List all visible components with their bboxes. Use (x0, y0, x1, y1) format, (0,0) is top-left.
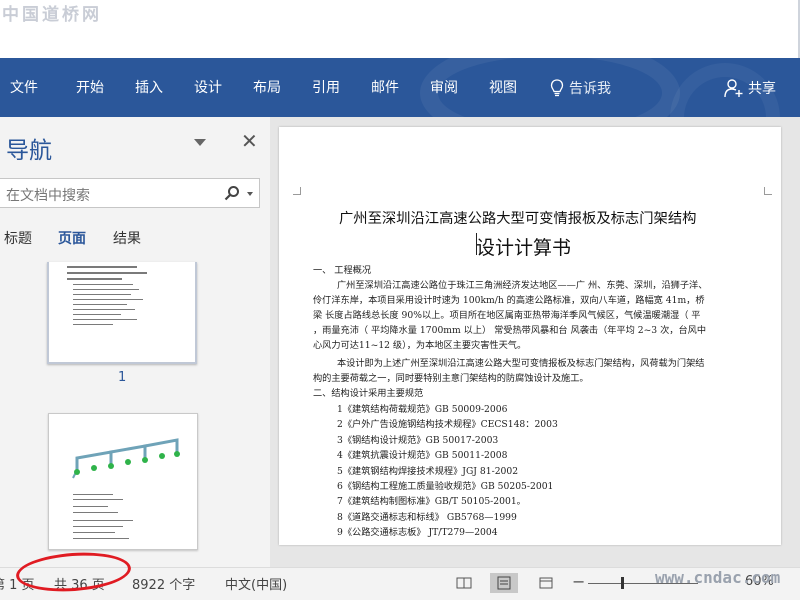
doc-line: 1《建筑结构荷载规范》GB 50009-2006 (337, 404, 508, 415)
tab-mailings[interactable]: 邮件 (371, 78, 399, 98)
thumb-text-line (73, 506, 108, 507)
page-thumbnail-1[interactable] (47, 262, 197, 364)
thumb-text-line (73, 284, 133, 285)
doc-line: 7《建筑结构制图标准》GB/T 50105-2001。 (337, 496, 526, 507)
margin-corner-mark (764, 187, 772, 195)
page-thumbnail-2[interactable] (48, 413, 198, 550)
search-icon[interactable] (224, 185, 240, 201)
search-placeholder: 在文档中搜索 (6, 188, 90, 204)
share-button[interactable]: 共享 (724, 78, 776, 98)
tell-me-label: 告诉我 (569, 81, 611, 97)
tab-design[interactable]: 设计 (194, 78, 222, 98)
thumb-text-line (73, 314, 121, 315)
doc-line: 广州至深圳沿江高速公路位于珠江三角洲经济发达地区——广 州、东莞、深圳，沿狮子洋… (337, 280, 708, 291)
doc-line: 2《户外广告设施钢结构技术规程》CECS148：2003 (337, 419, 558, 430)
thumb-text-line (73, 499, 123, 500)
thumb-text-line (73, 494, 113, 495)
web-page-icon (539, 577, 553, 589)
print-layout-button[interactable] (490, 573, 518, 593)
thumb-text-line (67, 266, 137, 268)
tab-home[interactable]: 开始 (76, 78, 104, 98)
thumb-text-line (73, 319, 137, 320)
thumb-text-line (73, 520, 133, 521)
doc-line: 5《建筑钢结构焊接技术规程》JGJ 81-2002 (337, 466, 519, 477)
doc-line: 心风力可达11~12 级），为本地区主要灾害性天气。 (313, 340, 527, 351)
ribbon-bar: 文件 开始 插入 设计 布局 引用 邮件 审阅 视图 告诉我 共享 (0, 58, 800, 117)
doc-line: 6《钢结构工程施工质量验收规范》GB 50205-2001 (337, 481, 554, 492)
nav-close-icon[interactable]: ✕ (241, 131, 258, 151)
tab-headings[interactable]: 标题 (4, 228, 32, 248)
lightbulb-icon (550, 79, 564, 97)
thumbnail-page-number: 1 (118, 370, 127, 385)
doc-line: 3《钢结构设计规范》GB 50017-2003 (337, 435, 499, 446)
doc-line: 构的主要荷载之一，同时要特别主意门架结构的防腐蚀设计及施工。 (313, 373, 589, 384)
gantry-diagram-icon (72, 438, 180, 479)
document-title: 广州至深圳沿江高速公路大型可变情报板及标志门架结构 (339, 211, 697, 227)
tell-me-box[interactable]: 告诉我 (550, 78, 611, 98)
tab-layout[interactable]: 布局 (253, 78, 281, 98)
add-person-icon (724, 79, 743, 98)
doc-line: 伶仃洋东岸，本项目采用设计时速为 100km/h 的高速公路标准，双向八车道，路… (313, 295, 705, 306)
thumb-text-line (67, 272, 147, 274)
doc-line: 4《建筑抗震设计规范》GB 50011-2008 (337, 450, 508, 461)
doc-line: 本设计即为上述广州至深圳沿江高速公路大型可变情报板及标志门架结构，风荷载为门架结 (337, 358, 705, 369)
thumb-text-line (73, 532, 115, 533)
doc-line: 二、结构设计采用主要规范 (313, 388, 424, 399)
doc-line: ，雨量充沛（ 平均降水量 1700mm 以上） 常受热带风暴和台 风袭击（年平均… (313, 325, 707, 336)
doc-line: 8《道路交通标志和标线》 GB5768—1999 (337, 512, 517, 523)
zoom-slider-thumb[interactable] (621, 577, 624, 589)
nav-title: 导航 (6, 138, 52, 164)
tab-file[interactable]: 文件 (10, 78, 38, 98)
text-cursor (476, 233, 477, 255)
doc-line: 9《公路交通标志板》 JT/T279—2004 (337, 527, 498, 538)
search-dropdown-icon[interactable] (247, 192, 253, 196)
tab-insert[interactable]: 插入 (135, 78, 163, 98)
tab-review[interactable]: 审阅 (430, 78, 458, 98)
doc-line: 梁 长度占路线总长度 90%以上。项目所在地区属南亚热带海洋季风气候区，气候温暖… (313, 310, 701, 321)
doc-line: 一、 工程概况 (313, 265, 372, 276)
tab-pages[interactable]: 页面 (58, 228, 86, 248)
web-layout-button[interactable] (532, 573, 560, 593)
book-icon (456, 577, 472, 589)
thumb-text-line (73, 512, 118, 513)
zoom-out-button[interactable]: − (572, 572, 585, 591)
document-subtitle: 设计计算书 (476, 237, 572, 259)
watermark-top: 中国道桥网 (2, 5, 102, 25)
thumb-text-line (73, 304, 127, 305)
nav-search-input[interactable]: 在文档中搜索 (0, 178, 260, 208)
thumb-text-line (67, 278, 122, 280)
window-top-strip (0, 0, 800, 58)
page-icon (497, 576, 511, 590)
document-page[interactable]: 广州至深圳沿江高速公路大型可变情报板及标志门架结构 设计计算书 一、 工程概况 … (279, 127, 781, 545)
thumb-text-line (73, 294, 131, 295)
thumb-text-line (73, 538, 129, 539)
tab-view[interactable]: 视图 (489, 78, 517, 98)
nav-options-chevron-icon[interactable] (194, 139, 206, 146)
thumb-text-line (73, 526, 123, 527)
thumb-text-line (73, 289, 139, 290)
margin-corner-mark (293, 187, 301, 195)
read-mode-button[interactable] (450, 573, 478, 593)
thumb-text-line (73, 324, 113, 325)
thumb-text-line (73, 309, 135, 310)
tab-results[interactable]: 结果 (113, 228, 141, 248)
watermark-bottom: www.cndac.com (655, 568, 781, 587)
status-language[interactable]: 中文(中国) (225, 574, 287, 593)
status-word-count[interactable]: 8922 个字 (132, 574, 195, 593)
thumb-text-line (73, 299, 143, 300)
tab-references[interactable]: 引用 (312, 78, 340, 98)
share-label: 共享 (748, 81, 776, 97)
